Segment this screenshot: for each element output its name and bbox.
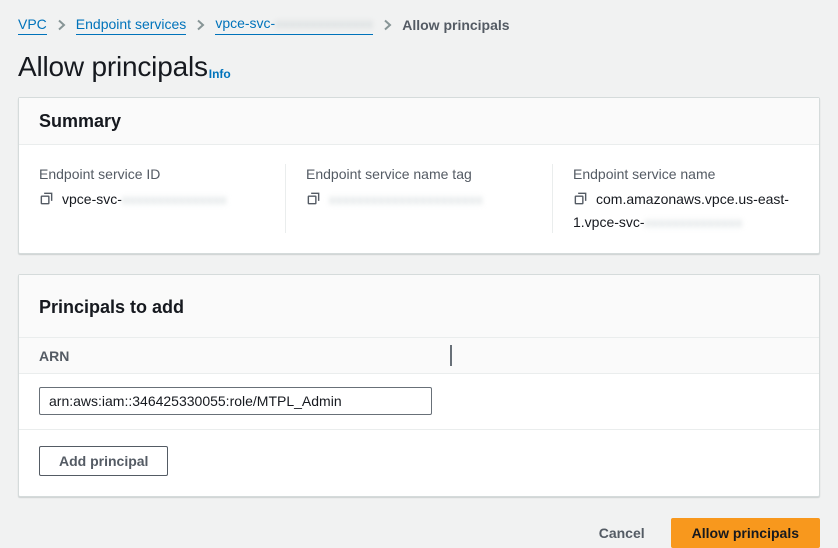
breadcrumb-vpc[interactable]: VPC [18, 15, 47, 35]
principals-card: Principals to add ARN Add principal [18, 274, 820, 497]
footer-actions: Cancel Allow principals [18, 518, 820, 548]
summary-body: Endpoint service ID vpce-svc-xxxxxxxxxxx… [19, 145, 819, 253]
breadcrumb: VPC Endpoint services vpce-svc-xxxxxxxxx… [18, 14, 820, 35]
add-principal-button[interactable]: Add principal [39, 446, 168, 476]
redacted-text: xxxxxxxxxxxxxxxxxxxxxx [329, 192, 483, 207]
field-label: Endpoint service name [573, 164, 799, 184]
field-value: xxxxxxxxxxxxxxxxxxxxxx [306, 189, 532, 212]
principals-card-header: Principals to add [19, 275, 819, 338]
breadcrumb-endpoint-services[interactable]: Endpoint services [76, 15, 187, 35]
arn-column-header: ARN [39, 348, 69, 364]
redacted-text: xxxxxxxxxxxxxx [275, 16, 373, 31]
add-principal-row: Add principal [19, 430, 819, 496]
summary-field-endpoint-service-name-tag: Endpoint service name tag xxxxxxxxxxxxxx… [285, 164, 552, 233]
field-label: Endpoint service ID [39, 164, 265, 184]
value-prefix: vpce-svc- [62, 191, 122, 207]
allow-principals-button[interactable]: Allow principals [671, 518, 820, 548]
chevron-right-icon [57, 19, 66, 31]
page-title: Allow principals [18, 50, 208, 84]
arn-column-header-row: ARN [19, 338, 819, 374]
copy-icon[interactable] [39, 191, 54, 212]
summary-card-header: Summary [19, 98, 819, 145]
field-value: com.amazonaws.vpce.us-east-1.vpce-svc-xx… [573, 189, 799, 233]
redacted-text: xxxxxxxxxxxxxxx [122, 192, 227, 207]
redacted-text: xxxxxxxxxxxxxx [645, 215, 743, 230]
breadcrumb-service-prefix: vpce-svc- [215, 15, 275, 31]
arn-input[interactable] [39, 387, 432, 415]
copy-icon[interactable] [306, 191, 321, 212]
chevron-right-icon [196, 19, 205, 31]
summary-field-endpoint-service-name: Endpoint service name com.amazonaws.vpce… [552, 164, 819, 233]
info-link[interactable]: Info [209, 67, 231, 84]
title-row: Allow principals Info [18, 50, 820, 84]
arn-input-row [19, 374, 819, 430]
cancel-button[interactable]: Cancel [595, 519, 649, 547]
field-label: Endpoint service name tag [306, 164, 532, 184]
summary-card: Summary Endpoint service ID vpce-svc-xxx… [18, 97, 820, 254]
field-value: vpce-svc-xxxxxxxxxxxxxxx [39, 189, 265, 212]
breadcrumb-endpoint-service-id[interactable]: vpce-svc-xxxxxxxxxxxxxx [215, 14, 373, 35]
chevron-right-icon [383, 19, 392, 31]
page: VPC Endpoint services vpce-svc-xxxxxxxxx… [0, 0, 838, 548]
column-resize-handle[interactable] [450, 345, 452, 366]
copy-icon[interactable] [573, 191, 588, 212]
summary-field-endpoint-service-id: Endpoint service ID vpce-svc-xxxxxxxxxxx… [19, 164, 285, 233]
breadcrumb-current: Allow principals [402, 16, 509, 34]
